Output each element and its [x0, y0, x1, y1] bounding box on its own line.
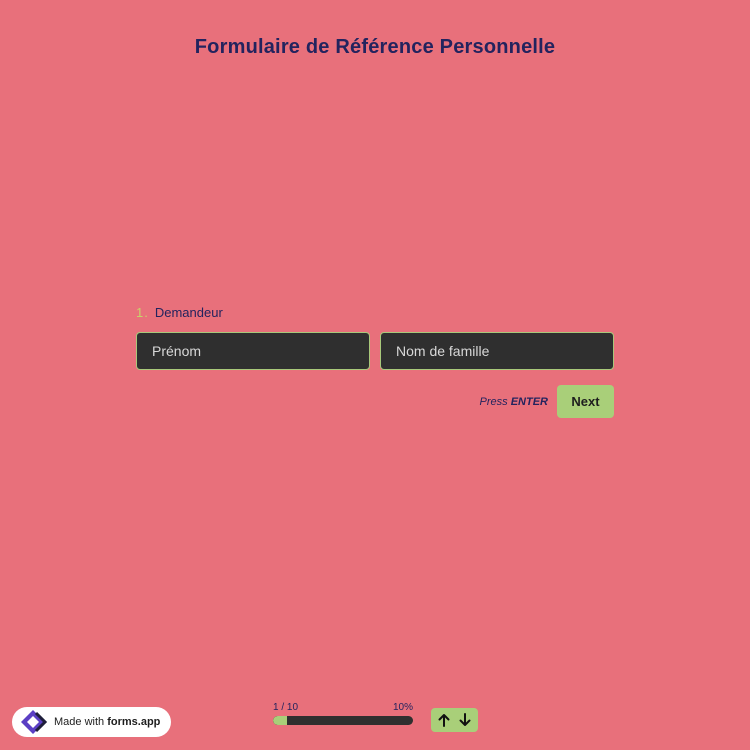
- progress-labels: 1 / 10 10%: [273, 702, 413, 714]
- progress-step: 1 / 10: [273, 702, 299, 713]
- press-enter-hint: Press ENTER: [479, 395, 548, 408]
- question-nav: [431, 708, 478, 732]
- arrow-up-icon[interactable]: [435, 710, 453, 730]
- question-block: 1. Demandeur Press ENTER Next: [136, 304, 614, 418]
- progress-fill: [273, 716, 287, 725]
- badge-text: Made with forms.app: [54, 716, 161, 728]
- first-name-input[interactable]: [136, 332, 370, 370]
- question-label: 1. Demandeur: [136, 304, 614, 320]
- forms-app-logo-icon: [19, 709, 49, 735]
- arrow-down-icon[interactable]: [456, 710, 474, 730]
- question-title: Demandeur: [154, 304, 223, 320]
- last-name-input[interactable]: [380, 332, 614, 370]
- made-with-badge[interactable]: Made with forms.app: [12, 707, 171, 737]
- progress-percent: 10%: [392, 702, 413, 713]
- question-actions: Press ENTER Next: [136, 385, 614, 418]
- question-number: 1.: [136, 304, 148, 320]
- progress-bar: [273, 716, 413, 725]
- progress-indicator: 1 / 10 10%: [273, 702, 413, 725]
- name-fields: [136, 332, 614, 370]
- next-button[interactable]: Next: [557, 385, 614, 418]
- form-title: Formulaire de Référence Personnelle: [194, 36, 556, 58]
